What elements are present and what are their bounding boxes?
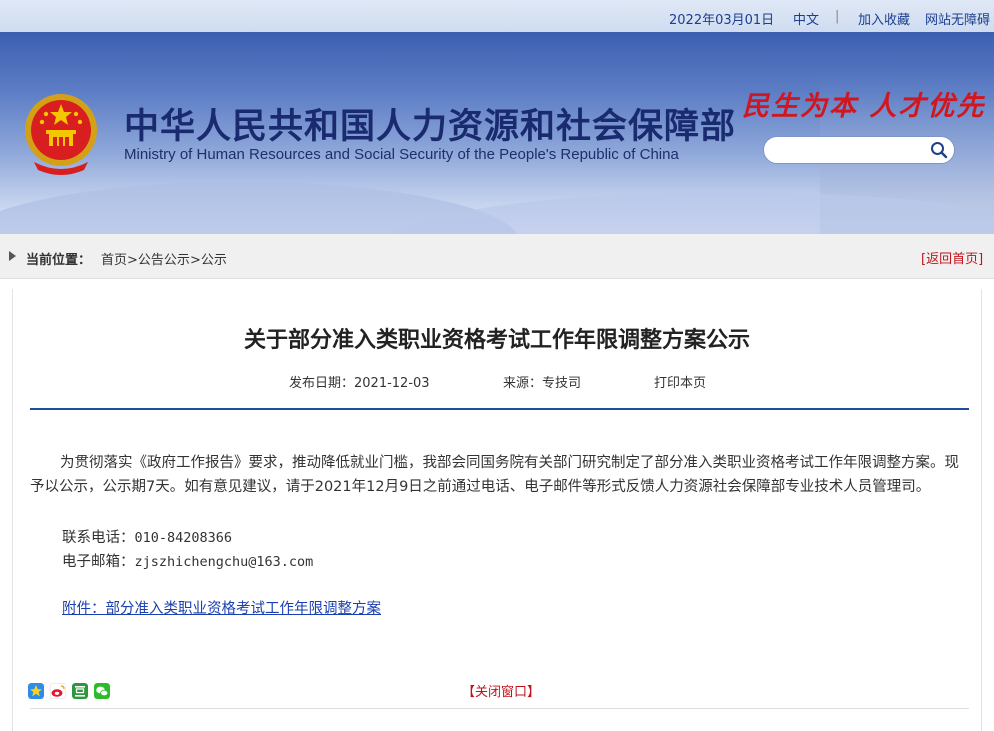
top-utility-bar: 2022年03月01日 中文 | 加入收藏 网站无障碍 (0, 0, 994, 32)
article-title: 关于部分准入类职业资格考试工作年限调整方案公示 (243, 328, 750, 353)
close-window-link[interactable]: 【关闭窗口】 (462, 681, 540, 700)
title-divider (30, 408, 969, 410)
breadcrumb-label: 当前位置： (26, 253, 92, 268)
publish-date: 发布日期：2021-12-03 (289, 376, 430, 391)
triangle-right-icon (9, 251, 16, 261)
qzone-icon[interactable] (28, 683, 44, 699)
ministry-title-en: Ministry of Human Resources and Social S… (124, 146, 679, 163)
back-home-link[interactable]: [返回首页] (921, 248, 983, 267)
article-paragraph: 为贯彻落实《政府工作报告》要求，推动降低就业门槛，我部会同国务院有关部门研究制定… (30, 455, 959, 495)
breadcrumb-announcements[interactable]: 公告公示 (138, 253, 190, 268)
contact-email: 电子邮箱：zjszhichengchu@163.com (62, 550, 313, 571)
accessibility-link[interactable]: 网站无障碍 (925, 9, 990, 28)
wechat-icon[interactable] (94, 683, 110, 699)
mountain-decoration (380, 192, 994, 234)
slogan-calligraphy: 民生为本 人才优先 (742, 91, 986, 122)
breadcrumb-home[interactable]: 首页 (101, 253, 127, 268)
article-source: 来源：专技司 (503, 376, 582, 391)
breadcrumb-publicity[interactable]: 公示 (201, 253, 227, 268)
phone-number: 010-84208366 (134, 530, 233, 546)
breadcrumb-separator: > (189, 253, 201, 268)
attachment-link[interactable]: 附件：部分准入类职业资格考试工作年限调整方案 (62, 597, 381, 618)
search-input[interactable] (776, 137, 936, 163)
header-banner: 中华人民共和国人力资源和社会保障部 Ministry of Human Reso… (0, 32, 994, 234)
national-emblem-icon (25, 94, 97, 175)
contact-phone: 联系电话：010-84208366 (62, 526, 232, 547)
print-page-link[interactable]: 打印本页 (654, 372, 706, 391)
ministry-title-cn: 中华人民共和国人力资源和社会保障部 (124, 107, 737, 147)
phone-label: 联系电话： (62, 530, 135, 546)
breadcrumb-bar: 当前位置： 首页>公告公示>公示 [返回首页] (0, 234, 994, 279)
douban-icon[interactable] (72, 683, 88, 699)
weibo-icon[interactable] (50, 683, 66, 699)
email-address: zjszhichengchu@163.com (134, 554, 314, 570)
breadcrumb-separator: > (127, 253, 138, 268)
search-box[interactable] (763, 136, 955, 164)
language-link[interactable]: 中文 (793, 9, 819, 28)
article-container (12, 289, 982, 731)
separator: | (835, 9, 840, 24)
article-body: 为贯彻落实《政府工作报告》要求，推动降低就业门槛，我部会同国务院有关部门研究制定… (30, 452, 965, 499)
footer-divider (30, 708, 969, 709)
add-bookmark-link[interactable]: 加入收藏 (858, 9, 910, 28)
breadcrumb: 首页>公告公示>公示 (101, 249, 227, 268)
email-label: 电子邮箱： (62, 554, 135, 570)
current-date: 2022年03月01日 (669, 13, 775, 28)
search-icon[interactable] (930, 141, 948, 159)
